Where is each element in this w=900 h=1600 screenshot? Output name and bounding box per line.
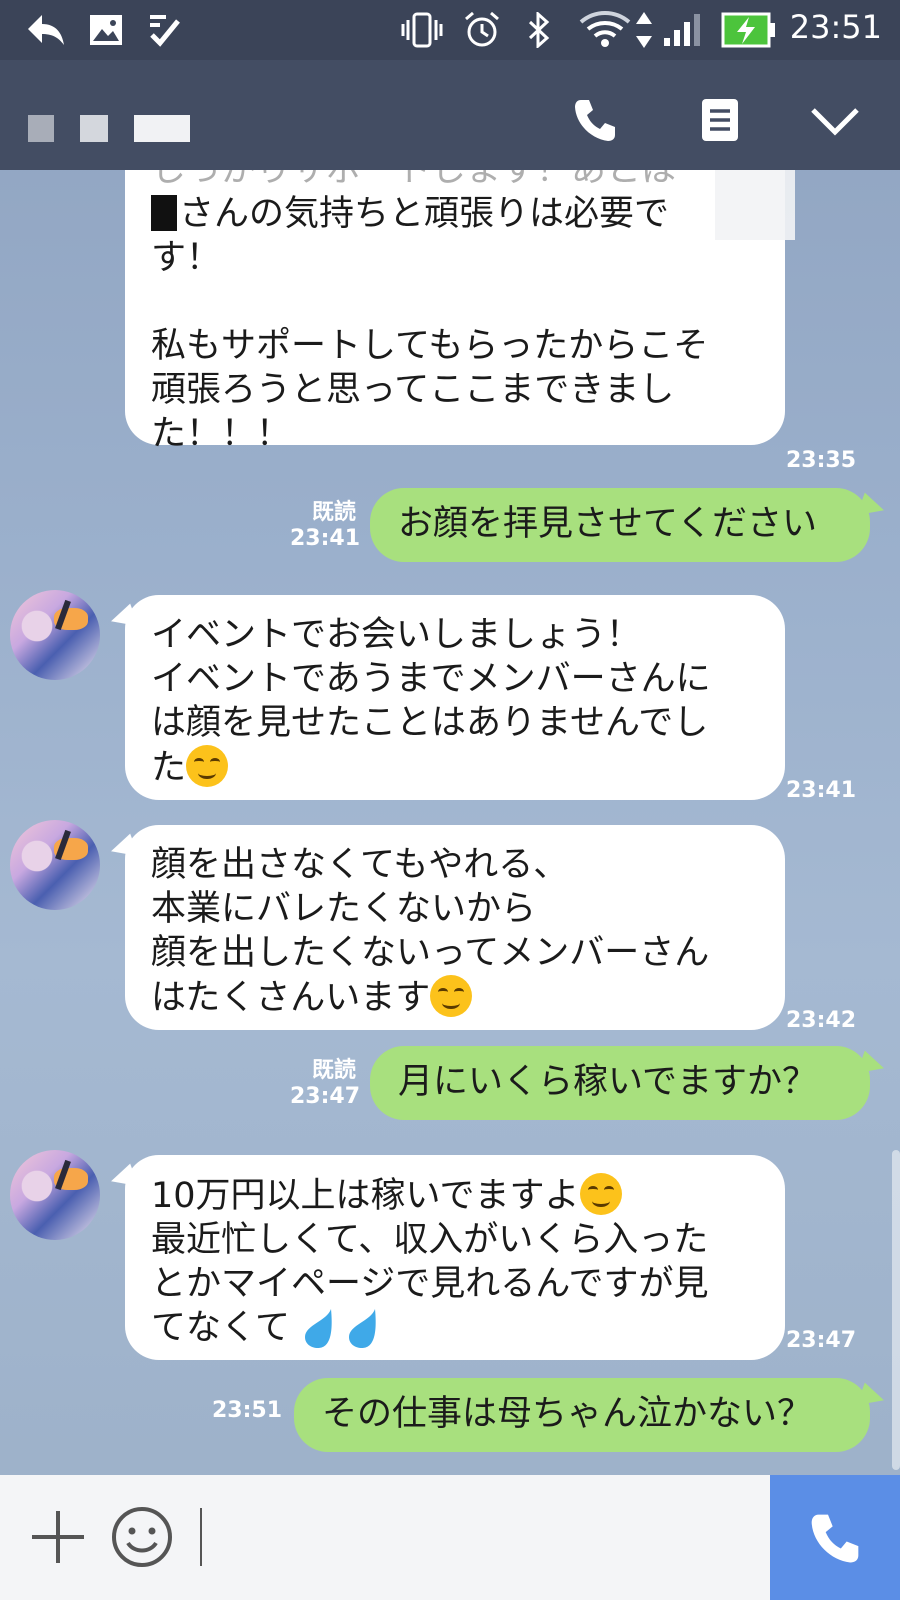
smiling-face-icon: [186, 745, 229, 787]
avatar[interactable]: [10, 590, 100, 680]
message-time: 23:42: [786, 1008, 857, 1033]
sweat-drop-icon: [305, 1309, 332, 1348]
plus-icon[interactable]: [26, 1505, 90, 1569]
message-bubble-outgoing[interactable]: 月にいくら稼いでますか？: [370, 1046, 870, 1120]
smiling-face-icon: [579, 1173, 622, 1215]
message-line: はたくさんいます: [151, 975, 759, 1020]
message-line: イベントであうまでメンバーさんに: [151, 659, 711, 699]
chat-header: [0, 60, 900, 170]
chat-area[interactable]: しっかりサポートします！あとは さんの気持ちと頑張りは必要で す！ 私もサポート…: [0, 170, 900, 1475]
message-line: しっかりサポートします！あとは: [151, 170, 677, 190]
status-bar: 23:51: [0, 0, 900, 60]
message-line: さんの気持ちと頑張りは必要で: [151, 192, 759, 236]
redaction-block: [151, 195, 177, 231]
message-line: てなくて: [151, 1306, 759, 1350]
call-button[interactable]: [770, 1475, 900, 1600]
message-line: イベントでお会いしましょう！: [151, 615, 642, 655]
message-line: た！！！: [151, 414, 292, 454]
reply-icon: [24, 10, 68, 50]
image-icon: [86, 10, 126, 50]
emoji-icon[interactable]: [110, 1505, 174, 1569]
message-line: とかマイページで見れるんですが見: [151, 1264, 709, 1304]
bluetooth-icon: [522, 10, 556, 50]
alarm-icon: [462, 10, 502, 50]
message-bubble-outgoing[interactable]: その仕事は母ちゃん泣かない？: [294, 1378, 870, 1452]
data-arrows-icon: [632, 10, 656, 50]
battery-charging-icon: [720, 10, 778, 50]
avatar[interactable]: [10, 820, 100, 910]
message-time: 23:47: [786, 1328, 857, 1353]
contact-name-redacted: [28, 115, 190, 142]
sweat-drop-icon: [349, 1309, 376, 1348]
message-time: 23:41: [786, 778, 857, 803]
notes-icon[interactable]: [690, 90, 750, 150]
message-bubble-incoming[interactable]: イベントでお会いしましょう！ イベントであうまでメンバーさんに は顔を見せたこと…: [125, 595, 785, 800]
input-bar: [0, 1475, 900, 1600]
message-time: 23:51: [212, 1398, 283, 1423]
text-input[interactable]: [200, 1508, 202, 1566]
redaction-block: [715, 170, 795, 240]
message-line: た: [151, 745, 759, 790]
message-line: は顔を見せたことはありませんでし: [151, 703, 709, 743]
call-icon[interactable]: [565, 90, 625, 150]
message-line: 10万円以上は稼いでますよ: [151, 1173, 759, 1218]
message-bubble-incoming[interactable]: しっかりサポートします！あとは さんの気持ちと頑張りは必要で す！ 私もサポート…: [125, 170, 785, 454]
message-line: 最近忙しくて、収入がいくら入った: [151, 1220, 709, 1260]
call-icon: [811, 1514, 859, 1562]
wifi-icon: [578, 10, 632, 50]
read-receipt: 既読 23:41: [290, 500, 361, 551]
vibrate-icon: [400, 10, 444, 50]
avatar[interactable]: [10, 1150, 100, 1240]
scrollbar[interactable]: [892, 1150, 900, 1470]
check-list-icon: [144, 10, 184, 50]
chevron-down-icon[interactable]: [805, 90, 865, 150]
smiling-face-icon: [430, 975, 473, 1017]
message-line: 頑張ろうと思ってここまできまし: [151, 370, 675, 410]
message-time: 23:35: [786, 448, 857, 473]
message-line: 顔を出さなくてもやれる、: [151, 845, 569, 885]
message-line: 本業にバレたくないから: [151, 889, 537, 929]
message-bubble-outgoing[interactable]: お顔を拝見させてください: [370, 488, 870, 562]
status-time: 23:51: [789, 8, 882, 46]
message-bubble-incoming[interactable]: 10万円以上は稼いでますよ 最近忙しくて、収入がいくら入った とかマイページで見…: [125, 1155, 785, 1360]
message-line: 私もサポートしてもらったからこそ: [151, 326, 709, 366]
signal-icon: [660, 10, 704, 50]
message-line: 顔を出したくないってメンバーさん: [151, 933, 710, 973]
message-bubble-incoming[interactable]: 顔を出さなくてもやれる、 本業にバレたくないから 顔を出したくないってメンバーさ…: [125, 825, 785, 1030]
read-receipt: 既読 23:47: [290, 1058, 361, 1109]
message-line: す！: [151, 238, 222, 278]
